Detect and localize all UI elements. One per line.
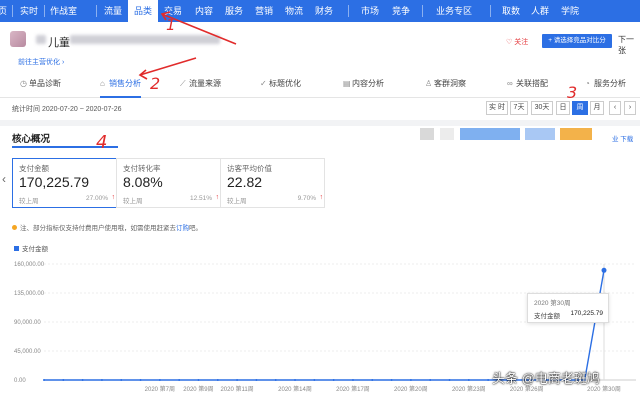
annotation-number: 3	[567, 83, 578, 102]
annotation-number: 4	[96, 132, 108, 153]
annotation-number: 1	[166, 16, 176, 34]
annotation-overlay	[138, 11, 237, 80]
annotation-number: 2	[150, 74, 161, 93]
annotation-arrow	[139, 57, 197, 76]
